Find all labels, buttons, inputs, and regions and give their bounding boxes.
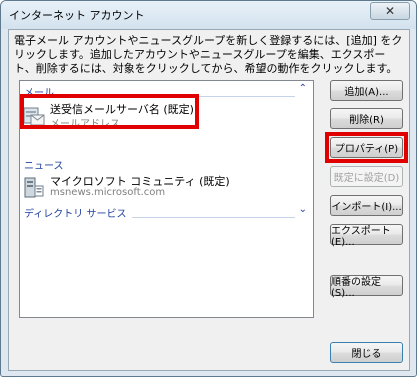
remove-button[interactable]: 削除(R) bbox=[330, 108, 403, 129]
chevron-up-icon[interactable]: ⌃ bbox=[299, 83, 307, 94]
set-default-button[interactable]: 既定に設定(D) bbox=[330, 166, 403, 187]
import-button[interactable]: インポート(I)... bbox=[330, 195, 403, 216]
group-divider bbox=[132, 217, 295, 218]
close-icon: ✕ bbox=[384, 4, 396, 18]
instructions-text: 電子メール アカウントやニュースグループを新しく登録するには、[追加] をクリッ… bbox=[14, 34, 403, 75]
account-detail: msnews.microsoft.com bbox=[50, 187, 166, 198]
export-button[interactable]: エクスポート(E)... bbox=[330, 224, 403, 248]
order-settings-button[interactable]: 順番の設定(S)... bbox=[330, 275, 403, 299]
group-header-news[interactable]: ニュース bbox=[24, 157, 309, 172]
group-header-directory[interactable]: ディレクトリ サービス ⌄ bbox=[24, 204, 309, 220]
highlight-box-properties bbox=[325, 132, 408, 163]
chevron-down-icon[interactable]: ⌄ bbox=[299, 204, 307, 215]
add-button[interactable]: 追加(A)... bbox=[330, 80, 403, 101]
account-item-news[interactable]: マイクロソフト コミュニティ (既定) msnews.microsoft.com bbox=[20, 171, 310, 203]
highlight-box-account bbox=[20, 94, 199, 129]
internet-accounts-dialog: インターネット アカウント ✕ 電子メール アカウントやニュースグループを新しく… bbox=[0, 0, 417, 377]
close-button[interactable]: 閉じる bbox=[330, 342, 403, 363]
news-server-icon bbox=[24, 177, 44, 198]
dialog-body: 電子メール アカウントやニュースグループを新しく登録するには、[追加] をクリッ… bbox=[8, 29, 410, 371]
title-bar: インターネット アカウント ✕ bbox=[1, 1, 416, 29]
window-title: インターネット アカウント bbox=[9, 9, 145, 22]
window-close-button[interactable]: ✕ bbox=[370, 2, 410, 20]
group-label-directory: ディレクトリ サービス bbox=[24, 209, 127, 220]
